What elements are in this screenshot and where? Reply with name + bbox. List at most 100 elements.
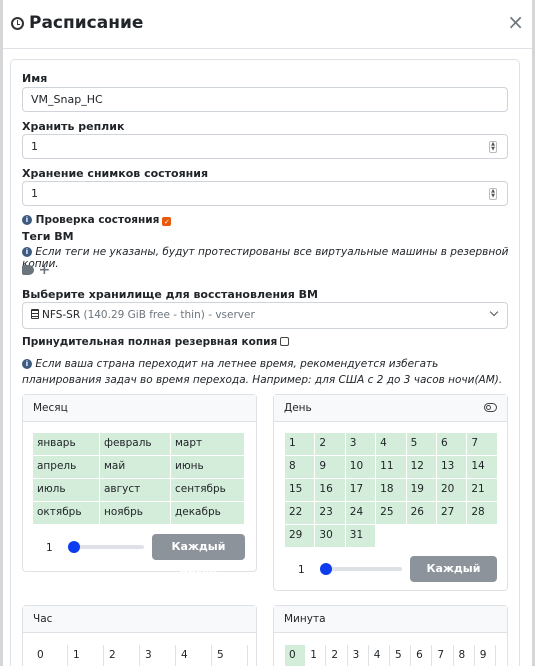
day-cell[interactable]: 24: [345, 502, 376, 524]
day-cell[interactable]: 4: [376, 433, 406, 455]
minute-cell[interactable]: 2: [327, 645, 348, 666]
day-cell[interactable]: 19: [406, 479, 436, 501]
day-cell[interactable]: 9: [315, 456, 345, 478]
storage-icon: [31, 309, 39, 319]
hour-cell[interactable]: 0: [33, 645, 68, 666]
day-cell[interactable]: 3: [345, 433, 376, 455]
day-cell[interactable]: 13: [436, 456, 467, 478]
day-cell[interactable]: 6: [436, 433, 467, 455]
minute-cell[interactable]: 8: [454, 645, 475, 666]
month-cell[interactable]: апрель: [33, 456, 99, 478]
day-cell[interactable]: 31: [345, 525, 376, 547]
day-cell[interactable]: 2: [315, 433, 345, 455]
day-slider[interactable]: [320, 563, 402, 575]
minute-cell[interactable]: 4: [369, 645, 390, 666]
day-cell[interactable]: 10: [345, 456, 376, 478]
dialog-title: Расписание: [29, 13, 144, 33]
day-panel-title: День: [274, 395, 507, 422]
day-cell[interactable]: 7: [467, 433, 497, 455]
minute-cell[interactable]: 9: [475, 645, 496, 666]
plus-icon[interactable]: +: [38, 262, 50, 278]
month-cell[interactable]: декабрь: [171, 502, 244, 524]
month-cell[interactable]: сентябрь: [171, 479, 244, 501]
clock-icon: [11, 17, 24, 30]
info-icon: i: [22, 247, 32, 257]
info-icon: i: [22, 215, 32, 225]
snapshots-input[interactable]: 1 ▲ ▼: [22, 181, 508, 206]
day-cell[interactable]: 22: [285, 502, 315, 524]
day-cell[interactable]: 29: [285, 525, 315, 547]
storage-server: - vserver: [208, 309, 255, 321]
day-cell[interactable]: 30: [315, 525, 345, 547]
month-cell[interactable]: январь: [33, 433, 99, 455]
every-month-button[interactable]: Каждый месяц: [152, 534, 245, 579]
dialog-header: Расписание ×: [3, 0, 532, 49]
hour-cell[interactable]: 3: [141, 645, 176, 666]
storage-name: NFS-SR: [42, 309, 81, 321]
day-cell[interactable]: 21: [467, 479, 497, 501]
day-grid: 1 2 3 4 5 6 7 8 9 10 11 12 13 14 15 16 17 18 19 20 21 22 23 24 2…: [285, 433, 497, 547]
month-slider[interactable]: [68, 541, 144, 553]
day-cell[interactable]: 11: [376, 456, 406, 478]
day-cell[interactable]: 23: [315, 502, 345, 524]
force-full-checkbox[interactable]: [280, 337, 290, 346]
storage-select[interactable]: NFS-SR (140.29 GiB free - thin) - vserve…: [22, 302, 508, 329]
hour-cell[interactable]: 1: [69, 645, 104, 666]
day-cell[interactable]: 17: [345, 479, 376, 501]
month-cell[interactable]: ноябрь: [100, 502, 170, 524]
minute-grid: 0123456789: [285, 645, 497, 666]
replicas-value: 1: [31, 140, 38, 153]
slider-handle[interactable]: [320, 563, 332, 575]
snapshots-label: Хранение снимков состояния: [22, 167, 209, 180]
day-cell[interactable]: 15: [285, 479, 315, 501]
day-cell[interactable]: 5: [406, 433, 436, 455]
day-cell[interactable]: 18: [376, 479, 406, 501]
month-cell[interactable]: март: [171, 433, 244, 455]
month-cell[interactable]: май: [100, 456, 170, 478]
force-full-row: Принудительная полная резервная копия: [22, 336, 290, 348]
toggle-icon[interactable]: [484, 403, 497, 412]
minute-cell[interactable]: 6: [412, 645, 433, 666]
day-cell[interactable]: 14: [467, 456, 497, 478]
hour-cell[interactable]: 4: [177, 645, 212, 666]
replicas-input[interactable]: 1 ▲ ▼: [22, 134, 508, 159]
spinner-icon[interactable]: ▲ ▼: [489, 188, 497, 200]
storage-label: Выберите хранилище для восстановления ВМ: [22, 288, 318, 301]
health-check-row: i Проверка состояния ✓: [22, 214, 172, 226]
hour-cell[interactable]: 2: [105, 645, 140, 666]
health-check-checkbox[interactable]: ✓: [162, 217, 172, 226]
day-cell[interactable]: 26: [406, 502, 436, 524]
month-cell[interactable]: июнь: [171, 456, 244, 478]
month-cell[interactable]: август: [100, 479, 170, 501]
slider-handle[interactable]: [68, 541, 80, 553]
dst-hint-row: i Если ваша страна переходит на летнее в…: [22, 356, 508, 388]
day-cell[interactable]: 20: [436, 479, 467, 501]
day-cell[interactable]: 27: [436, 502, 467, 524]
day-cell[interactable]: 28: [467, 502, 497, 524]
day-cell[interactable]: 1: [285, 433, 315, 455]
day-cell[interactable]: 25: [376, 502, 406, 524]
name-input[interactable]: VM_Snap_HC: [22, 87, 508, 112]
spinner-icon[interactable]: ▲ ▼: [489, 141, 497, 153]
minute-cell[interactable]: 7: [433, 645, 454, 666]
day-cell[interactable]: 16: [315, 479, 345, 501]
day-panel-label: День: [284, 402, 312, 414]
name-label: Имя: [22, 72, 48, 85]
month-cell[interactable]: февраль: [100, 433, 170, 455]
close-icon[interactable]: ×: [507, 12, 524, 32]
minute-cell[interactable]: 3: [348, 645, 369, 666]
day-cell[interactable]: 8: [285, 456, 315, 478]
hour-grid: 012345: [33, 645, 248, 666]
hour-cell[interactable]: 5: [213, 645, 248, 666]
replicas-label: Хранить реплик: [22, 120, 125, 133]
info-icon: i: [22, 359, 32, 369]
month-cell[interactable]: октябрь: [33, 502, 99, 524]
minute-cell[interactable]: 5: [390, 645, 412, 666]
day-cell[interactable]: 12: [406, 456, 436, 478]
chevron-down-icon: [489, 307, 499, 317]
snapshots-value: 1: [31, 187, 38, 200]
minute-cell[interactable]: 1: [306, 645, 327, 666]
month-cell[interactable]: июль: [33, 479, 99, 501]
minute-cell[interactable]: 0: [285, 645, 306, 666]
every-day-button[interactable]: Каждый день: [410, 556, 497, 601]
